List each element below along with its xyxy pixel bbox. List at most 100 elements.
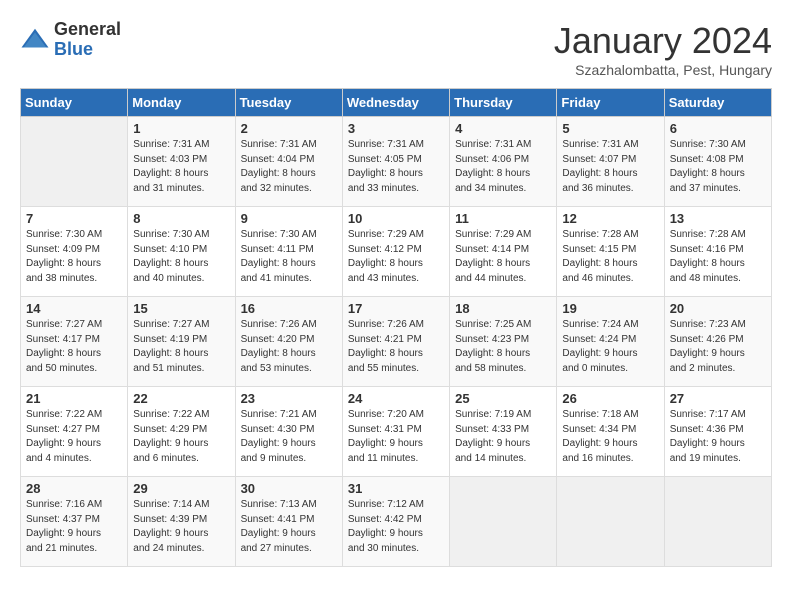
day-number: 1	[133, 121, 229, 136]
calendar-cell: 31Sunrise: 7:12 AMSunset: 4:42 PMDayligh…	[342, 477, 449, 567]
day-info: Sunrise: 7:22 AMSunset: 4:29 PMDaylight:…	[133, 408, 229, 466]
day-info: Sunrise: 7:17 AMSunset: 4:36 PMDaylight:…	[670, 408, 766, 466]
day-info: Sunrise: 7:24 AMSunset: 4:24 PMDaylight:…	[562, 318, 658, 376]
day-number: 14	[26, 301, 122, 316]
day-number: 18	[455, 301, 551, 316]
calendar-cell: 26Sunrise: 7:18 AMSunset: 4:34 PMDayligh…	[557, 387, 664, 477]
day-info: Sunrise: 7:29 AMSunset: 4:14 PMDaylight:…	[455, 228, 551, 286]
day-info: Sunrise: 7:22 AMSunset: 4:27 PMDaylight:…	[26, 408, 122, 466]
calendar-cell	[450, 477, 557, 567]
day-number: 23	[241, 391, 337, 406]
calendar-cell: 18 Sunrise: 7:25 AMSunset: 4:23 PMDayligh…	[450, 297, 557, 387]
day-info: Sunrise: 7:31 AMSunset: 4:03 PMDaylight:…	[133, 138, 229, 196]
weekday-header-row: SundayMondayTuesdayWednesdayThursdayFrid…	[21, 89, 772, 117]
calendar-cell: 12 Sunrise: 7:28 AMSunset: 4:15 PMDayligh…	[557, 207, 664, 297]
day-number: 12	[562, 211, 658, 226]
day-number: 21	[26, 391, 122, 406]
day-info: Sunrise: 7:19 AMSunset: 4:33 PMDaylight:…	[455, 408, 551, 466]
week-row-3: 14 Sunrise: 7:27 AMSunset: 4:17 PMDayligh…	[21, 297, 772, 387]
day-info: Sunrise: 7:25 AMSunset: 4:23 PMDaylight:…	[455, 318, 551, 376]
calendar-cell: 30 Sunrise: 7:13 AMSunset: 4:41 PMDayligh…	[235, 477, 342, 567]
calendar-cell: 15Sunrise: 7:27 AMSunset: 4:19 PMDayligh…	[128, 297, 235, 387]
day-info: Sunrise: 7:29 AMSunset: 4:12 PMDaylight:…	[348, 228, 444, 286]
day-number: 2	[241, 121, 337, 136]
weekday-header-friday: Friday	[557, 89, 664, 117]
weekday-header-saturday: Saturday	[664, 89, 771, 117]
day-number: 17	[348, 301, 444, 316]
day-info: Sunrise: 7:28 AMSunset: 4:15 PMDaylight:…	[562, 228, 658, 286]
day-info: Sunrise: 7:14 AMSunset: 4:39 PMDaylight:…	[133, 498, 229, 556]
logo-general: General	[54, 20, 121, 40]
calendar-cell: 8Sunrise: 7:30 AMSunset: 4:10 PMDaylight…	[128, 207, 235, 297]
day-number: 24	[348, 391, 444, 406]
calendar-cell: 23 Sunrise: 7:21 AMSunset: 4:30 PMDayligh…	[235, 387, 342, 477]
day-number: 30	[241, 481, 337, 496]
calendar-cell: 13Sunrise: 7:28 AMSunset: 4:16 PMDayligh…	[664, 207, 771, 297]
day-number: 22	[133, 391, 229, 406]
day-info: Sunrise: 7:30 AMSunset: 4:10 PMDaylight:…	[133, 228, 229, 286]
calendar-cell: 21 Sunrise: 7:22 AMSunset: 4:27 PMDayligh…	[21, 387, 128, 477]
day-number: 29	[133, 481, 229, 496]
day-info: Sunrise: 7:21 AMSunset: 4:30 PMDaylight:…	[241, 408, 337, 466]
calendar-cell: 28Sunrise: 7:16 AMSunset: 4:37 PMDayligh…	[21, 477, 128, 567]
calendar-cell: 27 Sunrise: 7:17 AMSunset: 4:36 PMDayligh…	[664, 387, 771, 477]
calendar-cell	[21, 117, 128, 207]
day-info: Sunrise: 7:31 AMSunset: 4:04 PMDaylight:…	[241, 138, 337, 196]
day-info: Sunrise: 7:13 AMSunset: 4:41 PMDaylight:…	[241, 498, 337, 556]
day-number: 9	[241, 211, 337, 226]
page-header: General Blue January 2024 Szazhalombatta…	[20, 20, 772, 78]
day-number: 5	[562, 121, 658, 136]
day-number: 4	[455, 121, 551, 136]
calendar-cell: 20 Sunrise: 7:23 AMSunset: 4:26 PMDayligh…	[664, 297, 771, 387]
calendar-cell	[557, 477, 664, 567]
day-info: Sunrise: 7:31 AMSunset: 4:07 PMDaylight:…	[562, 138, 658, 196]
calendar-cell: 29 Sunrise: 7:14 AMSunset: 4:39 PMDayligh…	[128, 477, 235, 567]
calendar-cell: 4 Sunrise: 7:31 AMSunset: 4:06 PMDaylight…	[450, 117, 557, 207]
calendar-table: SundayMondayTuesdayWednesdayThursdayFrid…	[20, 88, 772, 567]
calendar-cell: 9 Sunrise: 7:30 AMSunset: 4:11 PMDaylight…	[235, 207, 342, 297]
logo-text: General Blue	[54, 20, 121, 60]
day-number: 19	[562, 301, 658, 316]
day-number: 7	[26, 211, 122, 226]
day-number: 28	[26, 481, 122, 496]
calendar-cell: 19 Sunrise: 7:24 AMSunset: 4:24 PMDayligh…	[557, 297, 664, 387]
day-info: Sunrise: 7:30 AMSunset: 4:08 PMDaylight:…	[670, 138, 766, 196]
calendar-cell: 11 Sunrise: 7:29 AMSunset: 4:14 PMDayligh…	[450, 207, 557, 297]
day-info: Sunrise: 7:31 AMSunset: 4:06 PMDaylight:…	[455, 138, 551, 196]
day-info: Sunrise: 7:26 AMSunset: 4:21 PMDaylight:…	[348, 318, 444, 376]
weekday-header-monday: Monday	[128, 89, 235, 117]
logo-icon	[20, 25, 50, 55]
day-number: 13	[670, 211, 766, 226]
day-info: Sunrise: 7:20 AMSunset: 4:31 PMDaylight:…	[348, 408, 444, 466]
day-info: Sunrise: 7:23 AMSunset: 4:26 PMDaylight:…	[670, 318, 766, 376]
week-row-1: 1 Sunrise: 7:31 AMSunset: 4:03 PMDaylight…	[21, 117, 772, 207]
calendar-cell: 7Sunrise: 7:30 AMSunset: 4:09 PMDaylight…	[21, 207, 128, 297]
week-row-5: 28Sunrise: 7:16 AMSunset: 4:37 PMDayligh…	[21, 477, 772, 567]
week-row-2: 7Sunrise: 7:30 AMSunset: 4:09 PMDaylight…	[21, 207, 772, 297]
title-block: January 2024 Szazhalombatta, Pest, Hunga…	[554, 20, 772, 78]
calendar-cell	[664, 477, 771, 567]
calendar-cell: 2 Sunrise: 7:31 AMSunset: 4:04 PMDaylight…	[235, 117, 342, 207]
calendar-cell: 5 Sunrise: 7:31 AMSunset: 4:07 PMDaylight…	[557, 117, 664, 207]
weekday-header-sunday: Sunday	[21, 89, 128, 117]
day-number: 26	[562, 391, 658, 406]
day-info: Sunrise: 7:27 AMSunset: 4:17 PMDaylight:…	[26, 318, 122, 376]
calendar-cell: 1 Sunrise: 7:31 AMSunset: 4:03 PMDaylight…	[128, 117, 235, 207]
location: Szazhalombatta, Pest, Hungary	[554, 62, 772, 78]
calendar-cell: 10Sunrise: 7:29 AMSunset: 4:12 PMDayligh…	[342, 207, 449, 297]
day-number: 11	[455, 211, 551, 226]
day-info: Sunrise: 7:26 AMSunset: 4:20 PMDaylight:…	[241, 318, 337, 376]
weekday-header-wednesday: Wednesday	[342, 89, 449, 117]
day-number: 31	[348, 481, 444, 496]
day-number: 20	[670, 301, 766, 316]
month-title: January 2024	[554, 20, 772, 62]
day-info: Sunrise: 7:30 AMSunset: 4:11 PMDaylight:…	[241, 228, 337, 286]
logo: General Blue	[20, 20, 121, 60]
calendar-cell: 25Sunrise: 7:19 AMSunset: 4:33 PMDayligh…	[450, 387, 557, 477]
calendar-cell: 17 Sunrise: 7:26 AMSunset: 4:21 PMDayligh…	[342, 297, 449, 387]
logo-blue: Blue	[54, 40, 121, 60]
calendar-cell: 16Sunrise: 7:26 AMSunset: 4:20 PMDayligh…	[235, 297, 342, 387]
day-number: 27	[670, 391, 766, 406]
day-number: 15	[133, 301, 229, 316]
calendar-cell: 3Sunrise: 7:31 AMSunset: 4:05 PMDaylight…	[342, 117, 449, 207]
